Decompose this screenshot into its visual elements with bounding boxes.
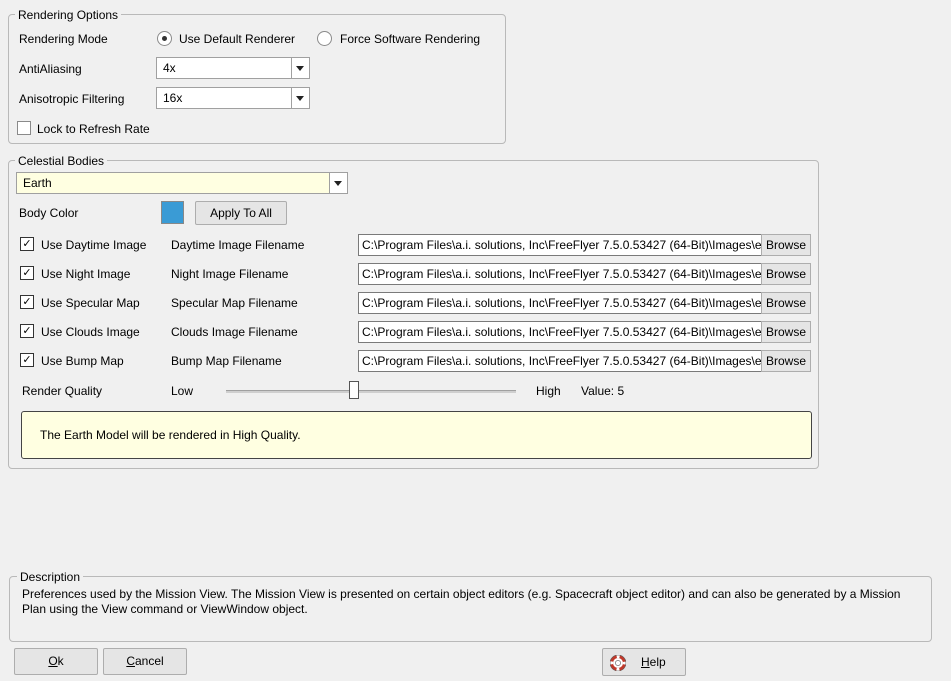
body-value: Earth <box>23 176 52 190</box>
image-check-label[interactable]: Use Specular Map <box>41 295 140 311</box>
image-check-label[interactable]: Use Clouds Image <box>41 324 140 340</box>
browse-button[interactable]: Browse <box>761 234 811 256</box>
lock-refresh-label[interactable]: Lock to Refresh Rate <box>37 121 150 137</box>
image-filename-value: C:\Program Files\a.i. solutions, Inc\Fre… <box>362 296 762 310</box>
browse-button[interactable]: Browse <box>761 321 811 343</box>
image-filename-input[interactable]: C:\Program Files\a.i. solutions, Inc\Fre… <box>358 321 762 343</box>
image-checkbox[interactable]: ✓ <box>20 266 34 280</box>
quality-info-text: The Earth Model will be rendered in High… <box>40 428 301 442</box>
image-filename-value: C:\Program Files\a.i. solutions, Inc\Fre… <box>362 267 762 281</box>
description-title: Description <box>17 570 84 584</box>
browse-button[interactable]: Browse <box>761 292 811 314</box>
image-filename-input[interactable]: C:\Program Files\a.i. solutions, Inc\Fre… <box>358 292 762 314</box>
quality-slider-track[interactable] <box>226 390 516 393</box>
image-filename-input[interactable]: C:\Program Files\a.i. solutions, Inc\Fre… <box>358 350 762 372</box>
body-color-swatch[interactable] <box>161 201 184 224</box>
chevron-down-icon[interactable] <box>291 58 309 78</box>
image-checkbox[interactable]: ✓ <box>20 353 34 367</box>
image-filename-label: Bump Map Filename <box>171 354 282 368</box>
help-mnemonic: H <box>641 655 650 669</box>
lifebuoy-icon <box>609 654 627 672</box>
antialiasing-value: 4x <box>163 61 176 75</box>
default-renderer-label[interactable]: Use Default Renderer <box>179 31 295 47</box>
image-filename-value: C:\Program Files\a.i. solutions, Inc\Fre… <box>362 238 762 252</box>
cancel-button[interactable]: Cancel <box>103 648 187 675</box>
default-renderer-radio[interactable] <box>157 31 172 46</box>
image-filename-value: C:\Program Files\a.i. solutions, Inc\Fre… <box>362 325 762 339</box>
ok-mnemonic: O <box>48 654 58 668</box>
antialiasing-select[interactable]: 4x <box>156 57 310 79</box>
help-label: elp <box>649 655 666 669</box>
body-color-label: Body Color <box>19 206 79 220</box>
ok-button[interactable]: Ok <box>14 648 98 675</box>
apply-to-all-button[interactable]: Apply To All <box>195 201 287 225</box>
chevron-down-icon[interactable] <box>329 173 347 193</box>
quality-low-label: Low <box>171 384 194 398</box>
quality-value-text: Value: 5 <box>581 384 625 398</box>
cancel-mnemonic: C <box>126 654 135 668</box>
antialiasing-label: AntiAliasing <box>19 62 82 76</box>
quality-slider-thumb[interactable] <box>349 381 359 399</box>
image-check-label[interactable]: Use Bump Map <box>41 353 124 369</box>
anisotropic-label: Anisotropic Filtering <box>19 92 125 106</box>
anisotropic-select[interactable]: 16x <box>156 87 310 109</box>
quality-info-box: The Earth Model will be rendered in High… <box>21 411 812 459</box>
body-select[interactable]: Earth <box>16 172 348 194</box>
image-check-label[interactable]: Use Daytime Image <box>41 237 146 253</box>
cancel-label: ancel <box>134 654 164 668</box>
help-button[interactable]: Help <box>602 648 686 676</box>
image-filename-label: Night Image Filename <box>171 267 289 281</box>
rendering-mode-label: Rendering Mode <box>19 32 108 46</box>
software-rendering-label[interactable]: Force Software Rendering <box>340 31 480 47</box>
image-filename-input[interactable]: C:\Program Files\a.i. solutions, Inc\Fre… <box>358 234 762 256</box>
render-quality-label: Render Quality <box>22 384 103 398</box>
quality-high-label: High <box>536 384 561 398</box>
image-filename-label: Daytime Image Filename <box>171 238 305 252</box>
image-checkbox[interactable]: ✓ <box>20 237 34 251</box>
ok-label: k <box>57 654 64 668</box>
image-checkbox[interactable]: ✓ <box>20 295 34 309</box>
anisotropic-value: 16x <box>163 91 183 105</box>
image-filename-input[interactable]: C:\Program Files\a.i. solutions, Inc\Fre… <box>358 263 762 285</box>
celestial-bodies-title: Celestial Bodies <box>15 154 108 168</box>
rendering-options-title: Rendering Options <box>15 8 122 22</box>
image-filename-label: Specular Map Filename <box>171 296 298 310</box>
description-text: Preferences used by the Mission View. Th… <box>22 587 901 616</box>
lock-refresh-checkbox[interactable] <box>17 121 31 135</box>
software-rendering-radio[interactable] <box>317 31 332 46</box>
chevron-down-icon[interactable] <box>291 88 309 108</box>
image-checkbox[interactable]: ✓ <box>20 324 34 338</box>
browse-button[interactable]: Browse <box>761 350 811 372</box>
browse-button[interactable]: Browse <box>761 263 811 285</box>
image-filename-label: Clouds Image Filename <box>171 325 298 339</box>
image-check-label[interactable]: Use Night Image <box>41 266 130 282</box>
image-filename-value: C:\Program Files\a.i. solutions, Inc\Fre… <box>362 354 762 368</box>
